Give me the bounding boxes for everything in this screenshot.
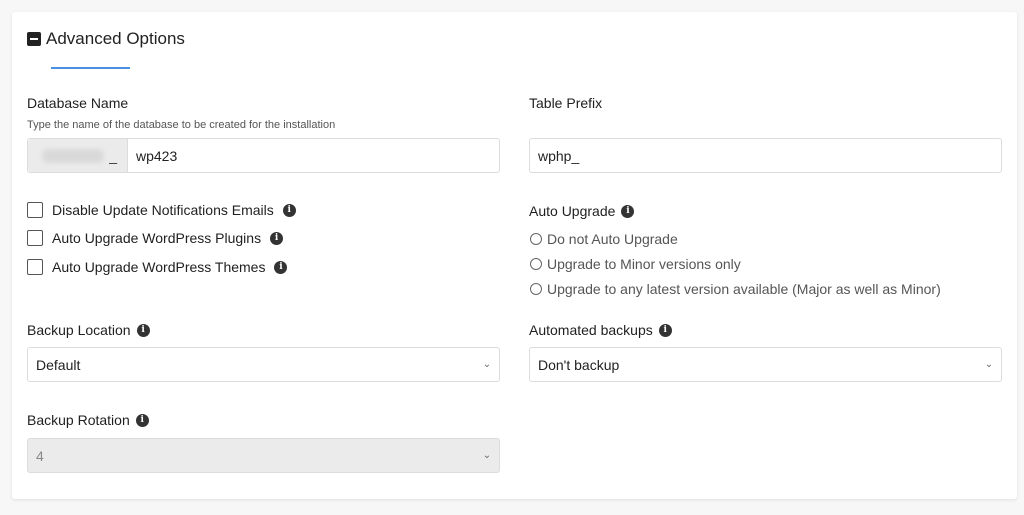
automated-backups-label: Automated backups i: [529, 322, 672, 338]
checkbox[interactable]: [27, 230, 43, 246]
info-icon[interactable]: i: [270, 231, 284, 245]
database-name-label: Database Name: [27, 95, 129, 111]
chevron-down-icon: ⌄: [984, 359, 994, 370]
backup-location-label: Backup Location i: [27, 322, 150, 338]
backup-location-select[interactable]: Default ⌄: [27, 347, 500, 382]
checkbox-disable-update-emails[interactable]: Disable Update Notifications Emails i: [27, 202, 296, 218]
radio-minor-versions[interactable]: Upgrade to Minor versions only: [530, 256, 741, 272]
checkbox-auto-upgrade-themes[interactable]: Auto Upgrade WordPress Themes i: [27, 259, 288, 275]
section-title: Advanced Options: [46, 29, 185, 48]
radio-no-auto-upgrade[interactable]: Do not Auto Upgrade: [530, 231, 678, 247]
checkbox[interactable]: [27, 202, 43, 218]
table-prefix-field[interactable]: wphp_: [529, 138, 1002, 173]
automated-backups-select[interactable]: Don't backup ⌄: [529, 347, 1002, 382]
backup-rotation-select: 4 ⌄: [27, 438, 500, 473]
backup-rotation-label: Backup Rotation i: [27, 412, 149, 428]
radio-button[interactable]: [530, 258, 542, 270]
chevron-down-icon: ⌄: [482, 450, 492, 461]
checkbox-auto-upgrade-plugins[interactable]: Auto Upgrade WordPress Plugins i: [27, 230, 284, 246]
section-underline: [51, 67, 130, 69]
table-prefix-input[interactable]: wphp_: [530, 148, 579, 164]
radio-latest-version[interactable]: Upgrade to any latest version available …: [530, 281, 941, 297]
minus-square-icon: [27, 32, 41, 46]
radio-button[interactable]: [530, 233, 542, 245]
radio-button[interactable]: [530, 283, 542, 295]
info-icon[interactable]: i: [135, 413, 149, 427]
info-icon[interactable]: i: [282, 203, 296, 217]
info-icon[interactable]: i: [621, 204, 635, 218]
table-prefix-label: Table Prefix: [529, 95, 603, 111]
info-icon[interactable]: i: [274, 260, 288, 274]
info-icon[interactable]: i: [658, 323, 672, 337]
info-icon[interactable]: i: [136, 323, 150, 337]
advanced-options-panel: Advanced Options Database Name Type the …: [12, 12, 1017, 499]
chevron-down-icon: ⌄: [482, 359, 492, 370]
checkbox[interactable]: [27, 259, 43, 275]
database-prefix: _: [28, 139, 128, 172]
redacted-username: [42, 149, 104, 163]
advanced-options-toggle[interactable]: Advanced Options: [27, 29, 185, 49]
database-name-hint: Type the name of the database to be crea…: [27, 119, 336, 131]
database-name-input[interactable]: wp423: [128, 148, 177, 164]
auto-upgrade-label: Auto Upgrade i: [529, 203, 635, 219]
database-name-field[interactable]: _ wp423: [27, 138, 500, 173]
